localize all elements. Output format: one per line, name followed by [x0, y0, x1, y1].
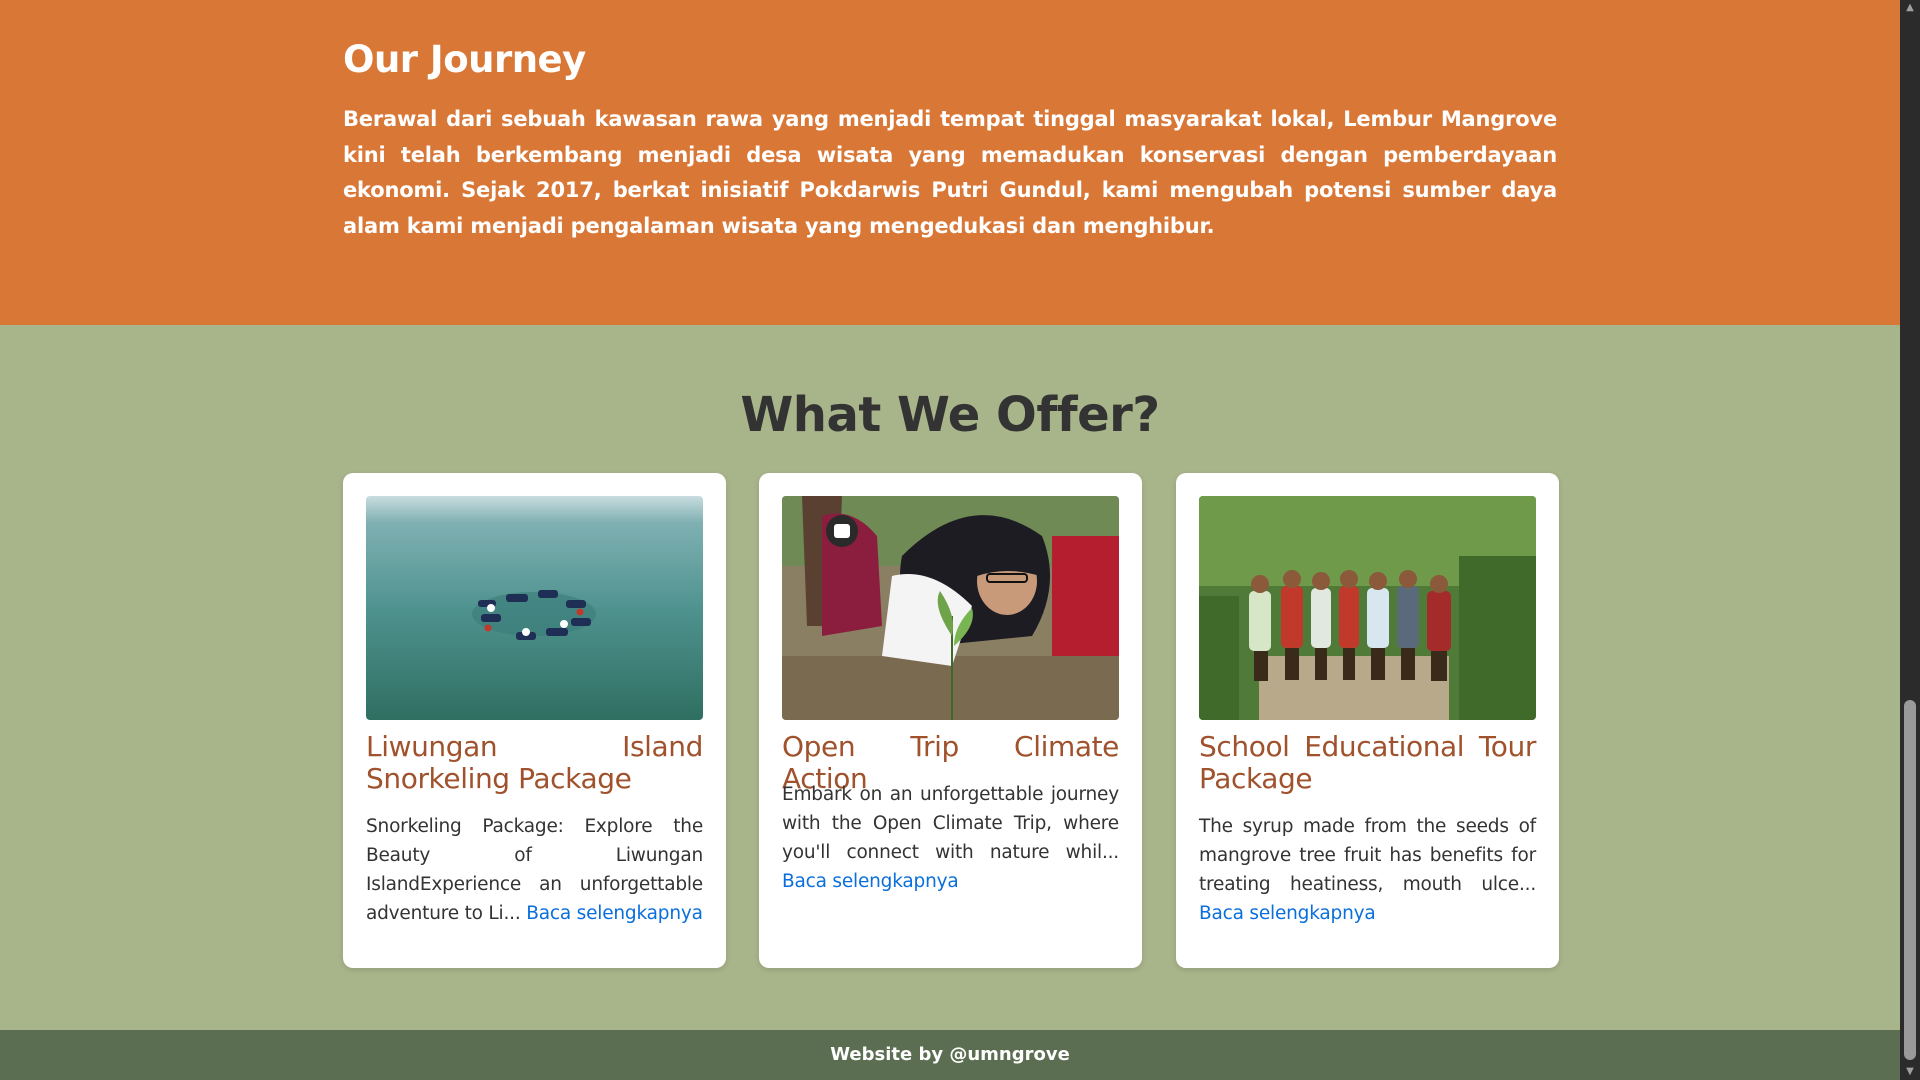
- offer-card-school-tour[interactable]: School Educational Tour Package The syru…: [1176, 473, 1559, 968]
- card-title: School Educational Tour Package: [1199, 730, 1536, 795]
- card-description: The syrup made from the seeds of mangrov…: [1199, 812, 1536, 928]
- vertical-scrollbar[interactable]: ▲ ▼: [1900, 0, 1920, 1080]
- read-more-link[interactable]: Baca selengkapnya: [1199, 903, 1376, 924]
- card-title: Liwungan Island Snorkeling Package: [366, 730, 703, 795]
- journey-text: Berawal dari sebuah kawasan rawa yang me…: [343, 107, 1557, 238]
- card-desc-text: Embark on an unforgettable journey with …: [782, 784, 1119, 863]
- card-desc-text: The syrup made from the seeds of mangrov…: [1199, 816, 1536, 895]
- footer-credit: Website by @umngrove: [830, 1044, 1070, 1065]
- read-more-link[interactable]: Baca selengkapnya: [526, 903, 703, 924]
- card-description: Embark on an unforgettable journey with …: [782, 780, 1119, 896]
- snorkeling-photo[interactable]: [366, 496, 703, 720]
- offer-card-snorkeling[interactable]: Liwungan Island Snorkeling Package Snork…: [343, 473, 726, 968]
- card-description: Snorkeling Package: Explore the Beauty o…: [366, 812, 703, 928]
- group-photo[interactable]: [1199, 496, 1536, 720]
- scroll-down-arrow-icon[interactable]: ▼: [1900, 1064, 1920, 1080]
- offer-section: What We Offer? Liwungan Island Snorkelin…: [0, 325, 1900, 1030]
- read-more-link[interactable]: Baca selengkapnya: [782, 871, 959, 892]
- scroll-up-arrow-icon[interactable]: ▲: [1900, 0, 1920, 16]
- scrollbar-thumb[interactable]: [1904, 700, 1916, 1060]
- footer: Website by @umngrove: [0, 1030, 1900, 1080]
- journey-title: Our Journey: [343, 38, 586, 81]
- page: Our Journey Berawal dari sebuah kawasan …: [0, 0, 1900, 1080]
- journey-section: Our Journey Berawal dari sebuah kawasan …: [0, 0, 1900, 325]
- offer-title: What We Offer?: [740, 387, 1160, 443]
- journey-content: Our Journey Berawal dari sebuah kawasan …: [343, 36, 1557, 244]
- offer-card-climate-action[interactable]: Open Trip Climate Action Embark on an un…: [759, 473, 1142, 968]
- mangrove-planting-photo[interactable]: [782, 496, 1119, 720]
